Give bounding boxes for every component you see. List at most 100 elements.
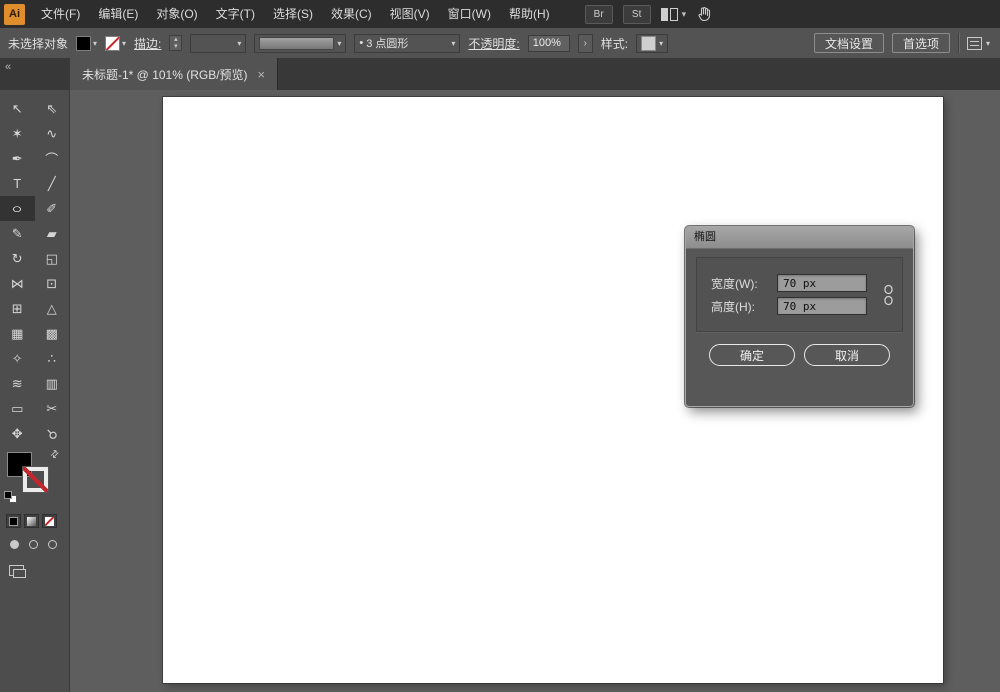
menu-window[interactable]: 窗口(W): [439, 0, 500, 28]
line-segment-tool-icon: ╱: [48, 176, 56, 192]
eraser-tool-icon: ▰: [47, 226, 57, 242]
stroke-color-control[interactable]: ▾: [105, 36, 126, 51]
ok-button[interactable]: 确定: [709, 344, 795, 366]
color-icon: [9, 517, 18, 526]
mesh-tool[interactable]: ▦: [0, 321, 35, 346]
rotate-tool[interactable]: ↻: [0, 246, 35, 271]
draw-inside-button[interactable]: [44, 537, 60, 551]
rotate-tool-icon: ↻: [12, 251, 23, 267]
draw-behind-button[interactable]: [25, 537, 41, 551]
document-setup-button[interactable]: 文档设置: [814, 33, 884, 53]
blend-tool[interactable]: ∴: [35, 346, 70, 371]
perspective-grid-tool[interactable]: △: [35, 296, 70, 321]
gradient-tool[interactable]: ▩: [35, 321, 70, 346]
gradient-button[interactable]: [24, 514, 39, 528]
width-label: 宽度(W):: [711, 275, 771, 292]
stepper-up-icon[interactable]: ▴: [170, 36, 181, 43]
tab-close-icon[interactable]: ×: [258, 67, 266, 82]
fill-color-control[interactable]: ▾: [76, 36, 97, 51]
hand-tool[interactable]: ✥: [0, 421, 35, 446]
default-fill-stroke-icon[interactable]: [4, 491, 18, 504]
slice-tool[interactable]: ✂: [35, 396, 70, 421]
pen-tool-icon: ✒: [12, 151, 23, 167]
scale-tool[interactable]: ◱: [35, 246, 70, 271]
stroke-weight-stepper[interactable]: ▴ ▾: [169, 35, 182, 51]
selection-tool-icon: ↖: [12, 101, 23, 117]
stroke-weight-chevron-icon: ▾: [237, 39, 241, 48]
curvature-tool[interactable]: ⌒: [35, 146, 70, 171]
stock-button[interactable]: St: [623, 5, 651, 24]
height-input[interactable]: 70 px: [777, 297, 867, 315]
fill-stroke-indicator: ⇄: [0, 448, 69, 506]
eraser-tool[interactable]: ▰: [35, 221, 70, 246]
stroke-weight-label[interactable]: 描边:: [134, 35, 161, 52]
brush-preview-dot: •: [359, 37, 363, 49]
menu-type[interactable]: 文字(T): [207, 0, 264, 28]
stroke-swatch[interactable]: [105, 36, 120, 51]
stepper-down-icon[interactable]: ▾: [170, 43, 181, 50]
bridge-button[interactable]: Br: [585, 5, 613, 24]
column-graph-tool-icon: ▥: [46, 376, 58, 392]
menu-edit[interactable]: 编辑(E): [89, 0, 147, 28]
fill-chevron-icon[interactable]: ▾: [93, 39, 97, 48]
draw-normal-button[interactable]: [6, 537, 22, 551]
menu-effect[interactable]: 效果(C): [322, 0, 381, 28]
document-tab[interactable]: 未标题-1* @ 101% (RGB/预览) ×: [70, 58, 278, 90]
fill-swatch[interactable]: [76, 36, 91, 51]
selection-tool[interactable]: ↖: [0, 96, 35, 121]
color-button[interactable]: [6, 514, 21, 528]
change-screen-mode-button[interactable]: [9, 565, 24, 576]
opacity-arrow-button[interactable]: ›: [578, 34, 593, 53]
shape-builder-tool[interactable]: ⊞: [0, 296, 35, 321]
width-profile-combo[interactable]: ▾: [254, 34, 346, 53]
stroke-weight-combo[interactable]: ▾: [190, 34, 246, 53]
line-segment-tool[interactable]: ╱: [35, 171, 70, 196]
style-label: 样式:: [601, 35, 628, 52]
constrain-proportions-button[interactable]: [882, 284, 895, 306]
width-input[interactable]: 70 px: [777, 274, 867, 292]
none-button[interactable]: [42, 514, 57, 528]
opacity-label[interactable]: 不透明度:: [468, 35, 519, 52]
free-transform-tool[interactable]: ⊡: [35, 271, 70, 296]
touch-workspace-button[interactable]: [696, 6, 713, 22]
ellipse-tool[interactable]: ○: [0, 196, 35, 221]
stroke-color-box[interactable]: [23, 467, 48, 492]
shaper-tool[interactable]: ✎: [0, 221, 35, 246]
touch-workspace-icon: [696, 6, 713, 22]
preferences-button[interactable]: 首选项: [892, 33, 950, 53]
symbol-sprayer-tool-icon: ≋: [12, 376, 23, 392]
dialog-body: 宽度(W): 70 px 高度(H): 70 px 确定 取消: [686, 249, 913, 366]
menu-help[interactable]: 帮助(H): [500, 0, 559, 28]
stroke-chevron-icon[interactable]: ▾: [122, 39, 126, 48]
opacity-input[interactable]: 100%: [528, 35, 570, 52]
artboard-tool[interactable]: ▭: [0, 396, 35, 421]
style-combo[interactable]: ▾: [636, 34, 668, 53]
lasso-tool[interactable]: ∿: [35, 121, 70, 146]
eyedropper-tool[interactable]: ✧: [0, 346, 35, 371]
paintbrush-tool[interactable]: ✐: [35, 196, 70, 221]
toolbar-collapse-button[interactable]: «: [5, 61, 11, 73]
menu-file[interactable]: 文件(F): [32, 0, 89, 28]
type-tool[interactable]: T: [0, 171, 35, 196]
cancel-button[interactable]: 取消: [804, 344, 890, 366]
direct-selection-tool[interactable]: ⇖: [35, 96, 70, 121]
appbar-right-cluster: Br St ▾: [585, 5, 714, 24]
symbol-sprayer-tool[interactable]: ≋: [0, 371, 35, 396]
app-window: { "app": { "logo_text": "Ai" }, "colors"…: [0, 0, 1000, 692]
zoom-tool[interactable]: ⚲: [35, 421, 70, 446]
draw-normal-icon: [10, 540, 19, 549]
column-graph-tool[interactable]: ▥: [35, 371, 70, 396]
width-tool[interactable]: ⋈: [0, 271, 35, 296]
dialog-title-bar[interactable]: 椭圆: [686, 227, 913, 249]
pen-tool[interactable]: ✒: [0, 146, 35, 171]
menu-object[interactable]: 对象(O): [147, 0, 206, 28]
menu-select[interactable]: 选择(S): [264, 0, 322, 28]
magic-wand-tool[interactable]: ✶: [0, 121, 35, 146]
brush-definition-combo[interactable]: • 3 点圆形 ▾: [354, 34, 460, 53]
workspace-switcher[interactable]: ▾: [967, 37, 990, 50]
shaper-tool-icon: ✎: [12, 226, 23, 242]
swap-fill-stroke-icon[interactable]: ⇄: [48, 448, 62, 462]
illustrator-logo: Ai: [4, 4, 25, 25]
arrange-documents-control[interactable]: ▾: [661, 8, 687, 21]
menu-view[interactable]: 视图(V): [381, 0, 439, 28]
